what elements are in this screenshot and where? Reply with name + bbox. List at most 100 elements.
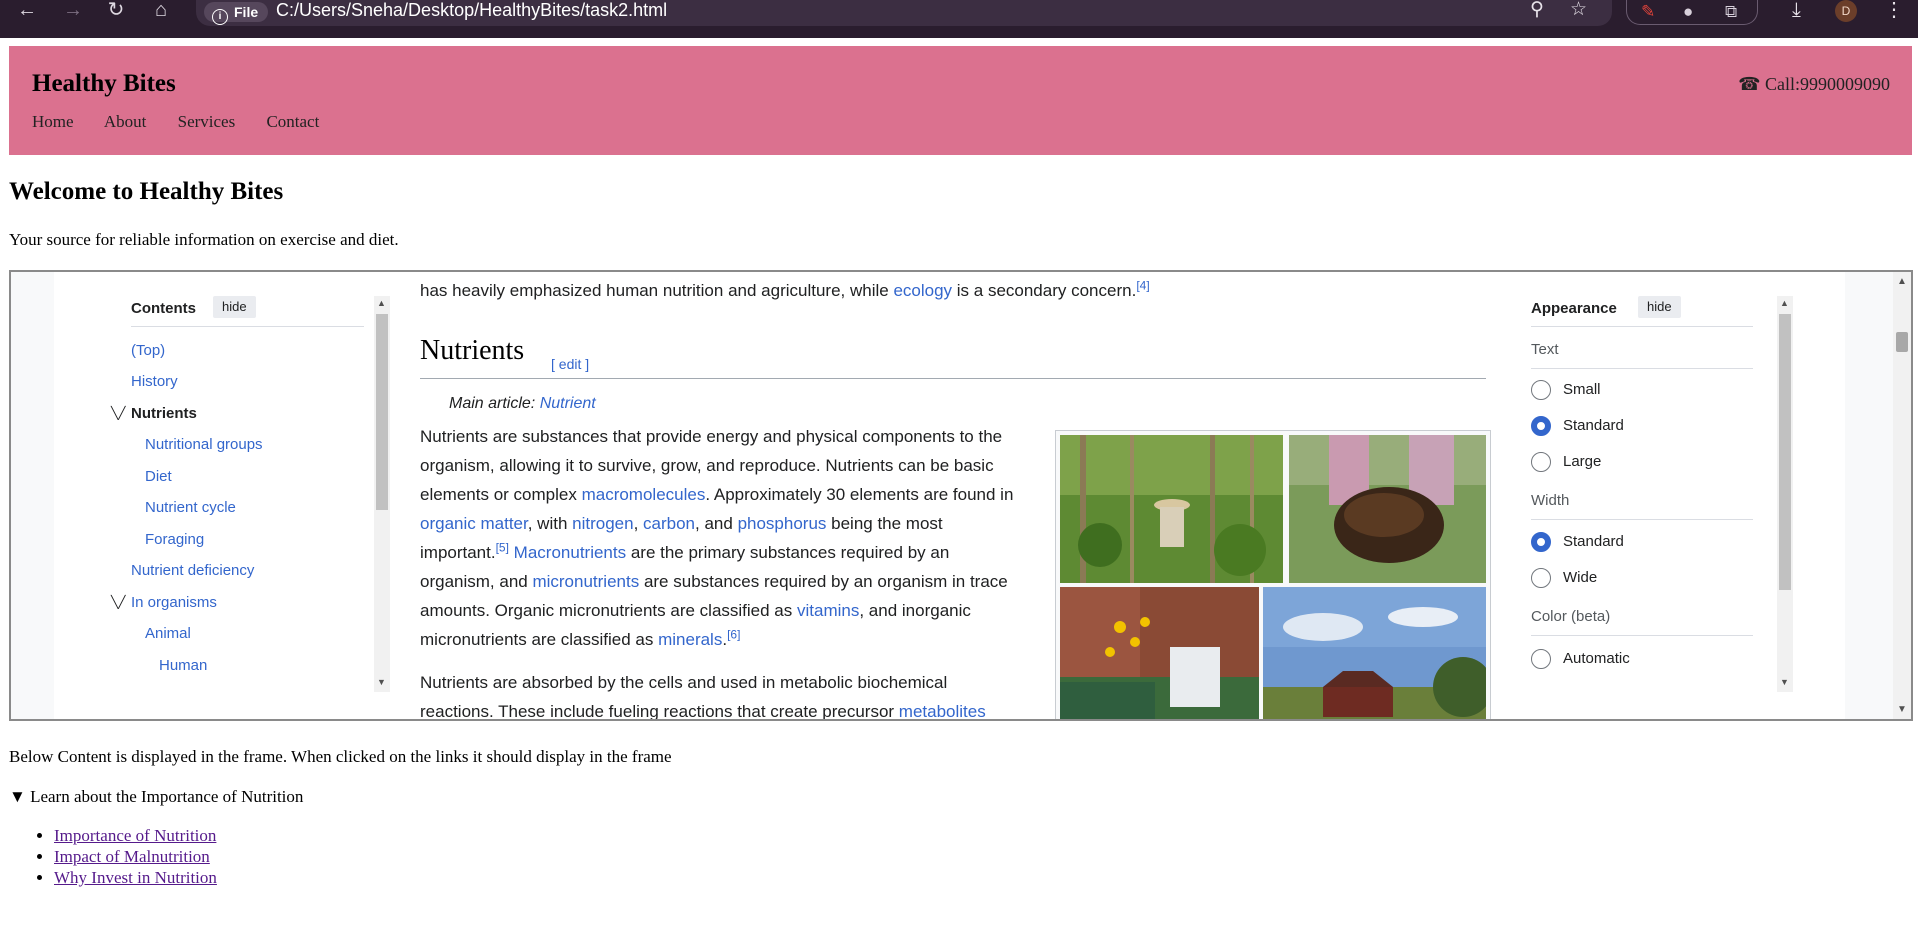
radio-width-standard-label[interactable]: Standard bbox=[1563, 533, 1624, 550]
scroll-down-icon[interactable]: ▼ bbox=[1780, 677, 1789, 687]
nav-services[interactable]: Services bbox=[178, 112, 236, 131]
back-icon[interactable]: ← bbox=[12, 0, 42, 22]
radio-text-standard[interactable] bbox=[1531, 416, 1551, 436]
lead-text-start: has heavily emphasized human nutrition a… bbox=[420, 281, 894, 300]
content-iframe[interactable]: Contents hide (Top) History Nutrients Nu… bbox=[9, 270, 1913, 721]
toc-item-nutrients[interactable]: Nutrients bbox=[131, 405, 197, 422]
nav-about[interactable]: About bbox=[104, 112, 147, 131]
page-title: Welcome to Healthy Bites bbox=[9, 178, 284, 205]
radio-width-standard[interactable] bbox=[1531, 532, 1551, 552]
scroll-up-icon[interactable]: ▲ bbox=[377, 298, 386, 308]
nav-home[interactable]: Home bbox=[32, 112, 74, 131]
paragraph-nutrients: Nutrients are substances that provide en… bbox=[420, 422, 1020, 654]
garden-woman-image[interactable] bbox=[1060, 435, 1283, 583]
nav-contact[interactable]: Contact bbox=[266, 112, 319, 131]
download-icon[interactable]: ⤓ bbox=[1792, 0, 1801, 20]
forward-icon[interactable]: → bbox=[58, 0, 88, 22]
scroll-up-icon[interactable]: ▲ bbox=[1780, 298, 1789, 308]
width-label: Width bbox=[1531, 492, 1570, 509]
ref-5[interactable]: [5] bbox=[496, 540, 509, 554]
link-minerals[interactable]: minerals bbox=[658, 630, 722, 649]
link-carbon[interactable]: carbon bbox=[643, 514, 695, 533]
list-item: Why Invest in Nutrition bbox=[54, 867, 217, 888]
radio-width-wide-label[interactable]: Wide bbox=[1563, 569, 1597, 586]
link-ecology[interactable]: ecology bbox=[893, 281, 952, 300]
flower-garden-image[interactable] bbox=[1060, 587, 1259, 721]
toc-scroll-thumb[interactable] bbox=[376, 314, 388, 510]
radio-color-automatic-label[interactable]: Automatic bbox=[1563, 650, 1630, 667]
edit-link[interactable]: [ edit ] bbox=[551, 350, 589, 379]
soil-hands-image[interactable] bbox=[1289, 435, 1486, 583]
details-summary[interactable]: ▼ Learn about the Importance of Nutritio… bbox=[9, 787, 303, 807]
frame-scrollbar[interactable]: ▲ ▼ bbox=[1893, 272, 1911, 719]
link-nitrogen[interactable]: nitrogen bbox=[572, 514, 633, 533]
ref-6[interactable]: [6] bbox=[727, 627, 740, 641]
extensions-group: ✎ ● ⧉ bbox=[1626, 0, 1758, 25]
site-nav: Home About Services Contact bbox=[32, 112, 346, 132]
divider bbox=[1531, 368, 1753, 369]
extension-icon[interactable]: ● bbox=[1683, 2, 1693, 22]
appearance-scroll-thumb[interactable] bbox=[1779, 314, 1791, 590]
appearance-hide-button[interactable]: hide bbox=[1638, 296, 1681, 318]
star-icon[interactable]: ☆ bbox=[1570, 0, 1587, 20]
link-macronutrients[interactable]: Macronutrients bbox=[514, 543, 626, 562]
url-text[interactable]: C:/Users/Sneha/Desktop/HealthyBites/task… bbox=[276, 0, 667, 20]
chevron-down-icon[interactable]: ╲╱ bbox=[111, 595, 125, 609]
list-item: Impact of Malnutrition bbox=[54, 846, 217, 867]
more-icon[interactable]: ⋮ bbox=[1884, 0, 1904, 20]
radio-width-wide[interactable] bbox=[1531, 568, 1551, 588]
link-macromolecules[interactable]: macromolecules bbox=[582, 485, 706, 504]
link-nutrient[interactable]: Nutrient bbox=[540, 395, 596, 412]
frame-scroll-thumb[interactable] bbox=[1896, 332, 1908, 352]
toc-item-animal[interactable]: Animal bbox=[145, 625, 191, 642]
link-why-invest-in-nutrition[interactable]: Why Invest in Nutrition bbox=[54, 868, 217, 887]
toc-item-human[interactable]: Human bbox=[159, 657, 207, 674]
radio-text-small-label[interactable]: Small bbox=[1563, 381, 1601, 398]
radio-text-large-label[interactable]: Large bbox=[1563, 453, 1601, 470]
tagline: Your source for reliable information on … bbox=[9, 230, 399, 249]
toc-item-foraging[interactable]: Foraging bbox=[145, 531, 204, 548]
call-number: ☎ Call:9990009090 bbox=[1738, 74, 1890, 94]
scroll-up-icon[interactable]: ▲ bbox=[1897, 276, 1907, 287]
zoom-icon[interactable]: ⚲ bbox=[1530, 0, 1544, 20]
section-title: Nutrients bbox=[420, 335, 525, 366]
scroll-down-icon[interactable]: ▼ bbox=[377, 677, 386, 687]
link-impact-of-malnutrition[interactable]: Impact of Malnutrition bbox=[54, 847, 210, 866]
pen-extension-icon[interactable]: ✎ bbox=[1641, 2, 1655, 22]
farm-barn-image[interactable] bbox=[1263, 587, 1486, 721]
ref-4[interactable]: [4] bbox=[1136, 278, 1149, 292]
link-importance-of-nutrition[interactable]: Importance of Nutrition bbox=[54, 826, 216, 845]
radio-color-automatic[interactable] bbox=[1531, 649, 1551, 669]
section-heading: Nutrients [ edit ] bbox=[420, 336, 1486, 379]
file-scheme-chip[interactable]: i File bbox=[204, 2, 269, 25]
puzzle-icon[interactable]: ⧉ bbox=[1725, 2, 1737, 22]
appearance-scrollbar[interactable]: ▲ ▼ bbox=[1777, 296, 1793, 692]
toc-item-nutrient-cycle[interactable]: Nutrient cycle bbox=[145, 499, 236, 516]
link-metabolites[interactable]: metabolites bbox=[899, 702, 986, 719]
home-icon[interactable]: ⌂ bbox=[146, 0, 176, 22]
image-gallery bbox=[1055, 430, 1491, 721]
frame-gutter-left bbox=[11, 272, 54, 719]
toc-scrollbar[interactable]: ▲ ▼ bbox=[374, 296, 390, 692]
site-title: Healthy Bites bbox=[32, 70, 176, 97]
reload-icon[interactable]: ↻ bbox=[101, 0, 131, 22]
toc-item-top[interactable]: (Top) bbox=[131, 342, 165, 359]
link-organic-matter[interactable]: organic matter bbox=[420, 514, 528, 533]
toc-hide-button[interactable]: hide bbox=[213, 296, 256, 318]
divider bbox=[1531, 326, 1753, 327]
toc-item-in-organisms[interactable]: In organisms bbox=[131, 594, 217, 611]
radio-text-large[interactable] bbox=[1531, 452, 1551, 472]
link-phosphorus[interactable]: phosphorus bbox=[738, 514, 827, 533]
link-vitamins[interactable]: vitamins bbox=[797, 601, 859, 620]
toc-item-history[interactable]: History bbox=[131, 373, 178, 390]
toc-item-nutrient-deficiency[interactable]: Nutrient deficiency bbox=[131, 562, 254, 579]
address-bar[interactable]: i File C:/Users/Sneha/Desktop/HealthyBite… bbox=[196, 0, 1612, 26]
radio-text-standard-label[interactable]: Standard bbox=[1563, 417, 1624, 434]
chevron-down-icon[interactable]: ╲╱ bbox=[111, 406, 125, 420]
scroll-down-icon[interactable]: ▼ bbox=[1897, 704, 1907, 715]
profile-avatar[interactable]: D bbox=[1835, 0, 1857, 22]
radio-text-small[interactable] bbox=[1531, 380, 1551, 400]
toc-item-diet[interactable]: Diet bbox=[145, 468, 172, 485]
link-micronutrients[interactable]: micronutrients bbox=[532, 572, 639, 591]
toc-item-nutritional-groups[interactable]: Nutritional groups bbox=[145, 436, 263, 453]
